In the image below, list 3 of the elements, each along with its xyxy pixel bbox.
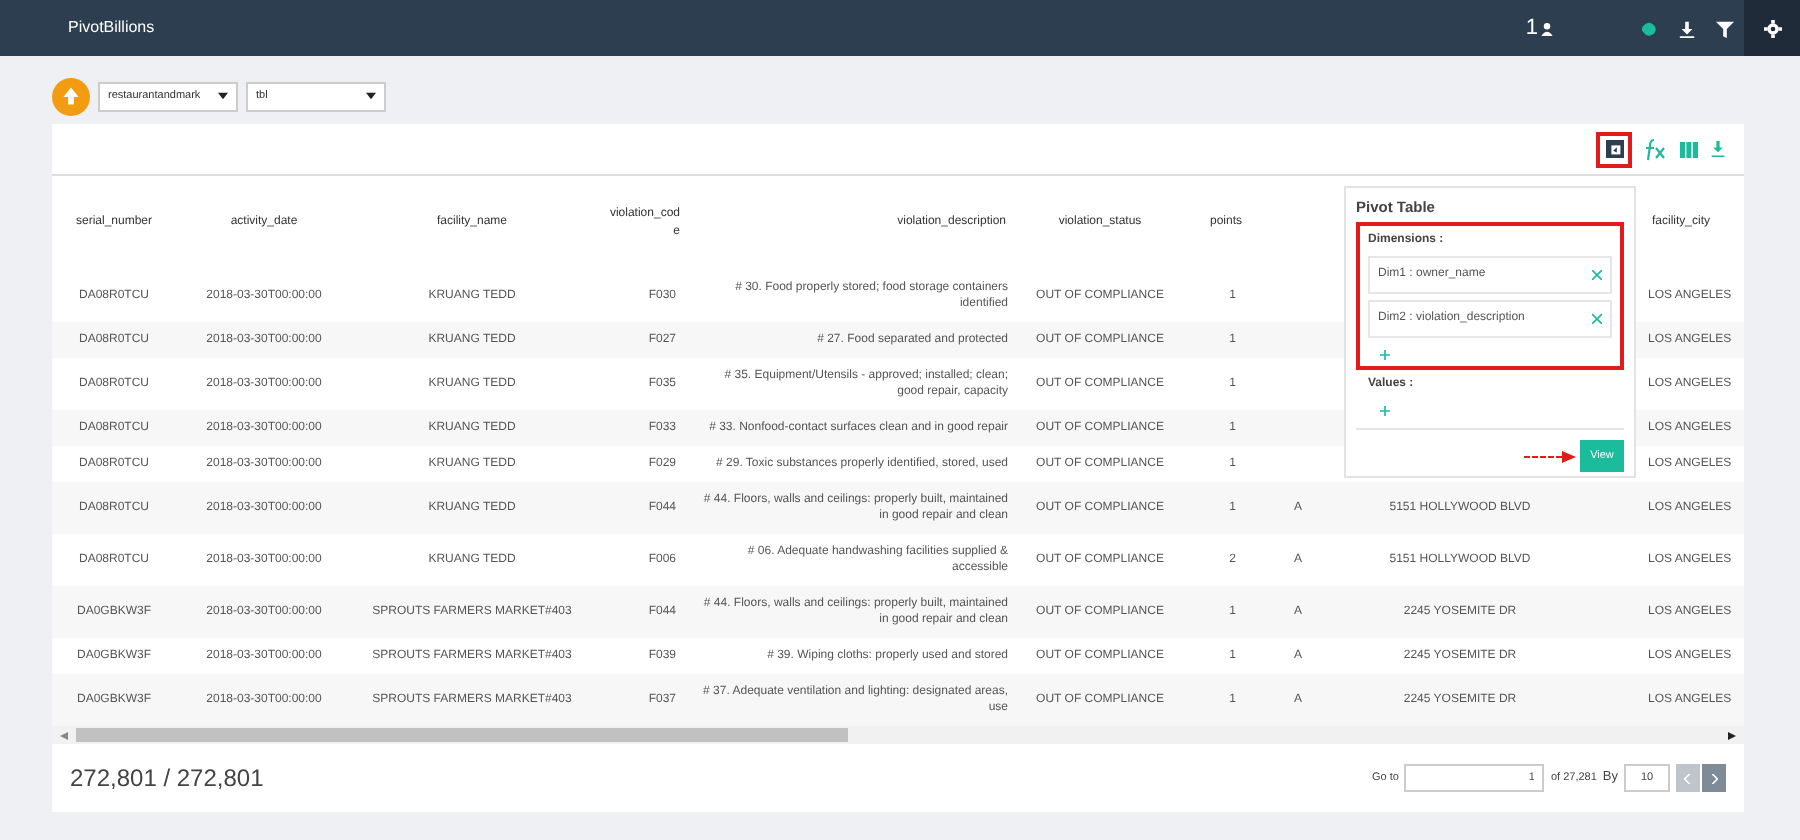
app-title: PivotBillions	[68, 16, 155, 40]
users-button[interactable]: 1	[1509, 11, 1570, 45]
row-count: 272,801 / 272,801	[70, 762, 264, 796]
